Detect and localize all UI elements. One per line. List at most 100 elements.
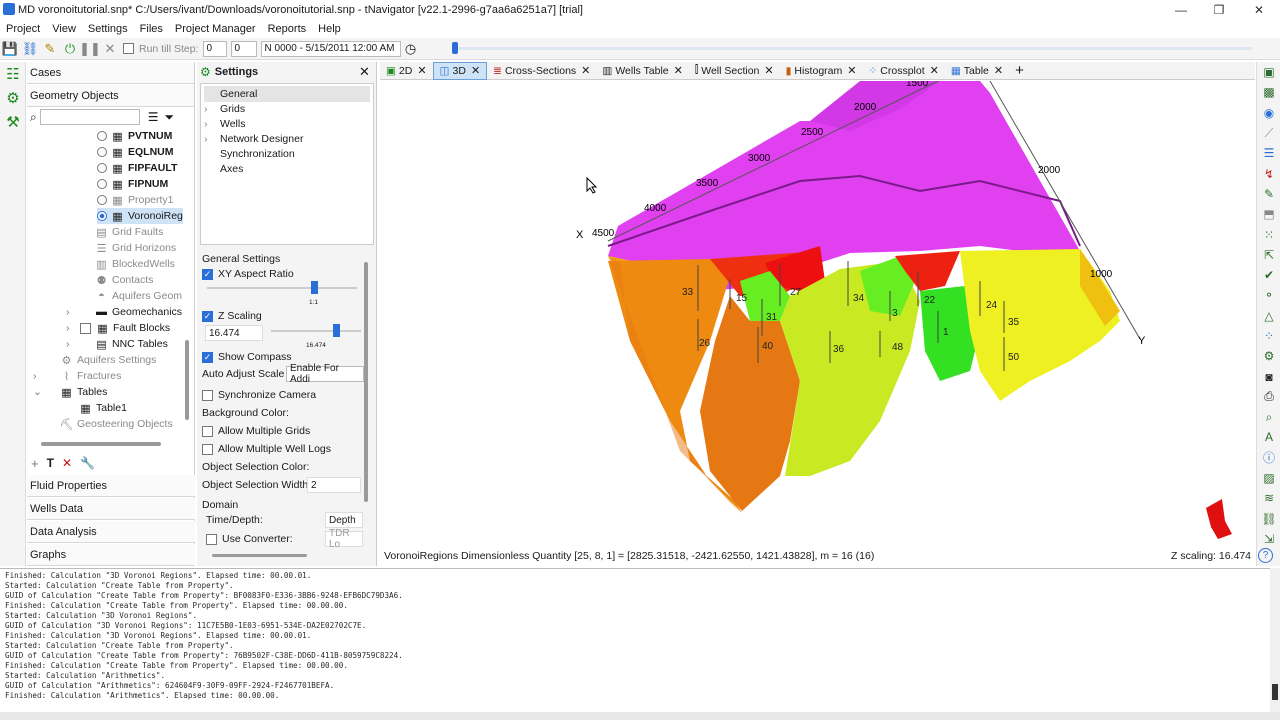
graphs-section[interactable]: Graphs [27,544,195,566]
tree-item[interactable]: › ▦ Fault Blocks [66,320,170,336]
show-compass-row[interactable]: ✓ Show Compass [202,349,292,365]
wells-data-section[interactable]: Wells Data [27,498,195,520]
allow-multiple-grids-row[interactable]: Allow Multiple Grids [202,423,310,439]
layers-icon[interactable]: ◉ [1257,103,1280,123]
close-tab-icon[interactable]: ✕ [674,64,683,77]
clock-icon[interactable]: ◷ [401,40,421,58]
cursor-icon[interactable]: ⇱ [1257,245,1280,265]
xy-aspect-handle[interactable] [311,281,318,294]
close-window-button[interactable]: ✕ [1240,0,1278,20]
show-compass-checkbox[interactable]: ✓ [202,351,213,363]
settings-tree-wells[interactable]: › Wells [204,116,245,132]
z-scaling-input[interactable]: 16.474 [205,325,263,341]
add-tab-button[interactable]: + [1009,62,1030,80]
dots-icon[interactable]: ⁘ [1257,326,1280,346]
search-input[interactable] [39,109,140,125]
tab-wells-table[interactable]: ▥ Wells Table ✕ [596,62,688,80]
allow-multiple-well-logs-row[interactable]: Allow Multiple Well Logs [202,441,331,457]
tree-item[interactable]: ⛏ Geosteering Objects [60,416,173,432]
stop-icon[interactable]: ✕ [100,40,120,58]
tree-item[interactable]: ▥ BlockedWells [95,256,175,272]
tree-item-selected[interactable]: ▦ VoronoiReg [97,208,183,224]
log-scroll-thumb[interactable] [1272,684,1278,700]
tree-item[interactable]: ▦ Property1 [97,192,174,208]
chevron-right-icon[interactable]: › [66,306,95,318]
hammer-icon[interactable]: ⚒ [0,110,26,134]
pause-icon[interactable]: ❚❚ [79,40,101,58]
tree-hscrollbar[interactable] [41,442,161,446]
tree-item[interactable]: ▦ EQLNUM [97,144,174,160]
settings-scrollbar[interactable] [364,262,368,502]
tab-2d[interactable]: ▣ 2D ✕ [380,62,433,80]
tree-item[interactable]: ⚉ Contacts [95,272,154,288]
chevron-down-icon[interactable]: ⌄ [33,386,60,398]
camera-icon[interactable]: ◙ [1257,366,1280,386]
view-frame-icon[interactable]: ▣ [1257,62,1280,82]
rename-icon[interactable]: T [47,456,54,470]
z-scaling-checkbox[interactable]: ✓ [202,310,213,322]
menu-settings[interactable]: Settings [82,23,134,35]
gear-icon[interactable]: ⚙ [0,86,26,110]
tree-item[interactable]: ⚙ Aquifers Settings [60,352,157,368]
ruler-icon[interactable]: ⟋ [1257,123,1280,143]
close-tab-icon[interactable]: ✕ [930,64,939,77]
date-select[interactable]: N 0000 - 5/15/2011 12:00 AM [260,40,401,57]
settings-hscrollbar[interactable] [212,554,307,557]
close-settings-button[interactable]: ✕ [359,64,370,80]
run-till-step-input[interactable]: 0 [202,40,227,57]
reservoir-3d-model[interactable]: X Y 4500 4000 3500 3000 2500 2000 1500 2… [380,81,1255,545]
list-icon[interactable]: ☰ [148,110,159,124]
z-scaling-handle[interactable] [333,324,340,337]
minimize-button[interactable]: — [1162,0,1200,20]
triangle-icon[interactable]: △ [1257,306,1280,326]
delete-icon[interactable]: ✕ [62,456,72,470]
menu-project[interactable]: Project [0,23,46,35]
tree-scrollbar[interactable] [185,340,189,420]
export-icon[interactable]: ⇲ [1257,529,1280,549]
node-icon[interactable]: ⚬ [1257,285,1280,305]
maximize-button[interactable]: ❐ [1200,0,1238,20]
wrench-icon[interactable]: 🔧 [80,456,95,470]
cases-tree-icon[interactable]: ☷ [0,62,26,86]
xy-aspect-row[interactable]: ✓ XY Aspect Ratio [202,266,294,282]
menu-project-manager[interactable]: Project Manager [169,23,262,35]
object-selection-width-input[interactable]: 2 [307,477,361,493]
filter-icon[interactable]: ⏷ [165,110,175,125]
tree-item[interactable]: ⌄ ▦ Tables [33,384,107,400]
chevron-right-icon[interactable]: › [66,338,95,350]
menu-view[interactable]: View [46,23,82,35]
timeline-slider[interactable] [452,42,1252,54]
menu-help[interactable]: Help [312,23,347,35]
printer-icon[interactable]: ⎙ [1257,387,1280,407]
chevron-right-icon[interactable]: › [204,133,220,145]
surface-icon[interactable]: ⬒ [1257,204,1280,224]
tree-icon[interactable]: ⛓ [20,40,40,58]
tab-histogram[interactable]: ▮ Histogram ✕ [780,62,863,80]
settings-tree-grids[interactable]: › Grids [204,101,245,117]
tab-3d[interactable]: ◫ 3D ✕ [432,61,488,80]
menu-files[interactable]: Files [134,23,169,35]
link-icon[interactable]: ⛓ [1257,509,1280,529]
info-icon[interactable]: ⓘ [1257,448,1280,468]
points-icon[interactable]: ⁙ [1257,224,1280,244]
fluid-properties-section[interactable]: Fluid Properties [27,475,195,497]
settings-tree-axes[interactable]: Axes [220,161,243,177]
xy-aspect-checkbox[interactable]: ✓ [202,268,213,280]
tab-well-section[interactable]: ⫿ Well Section ✕ [689,62,780,80]
settings-tree-synchronization[interactable]: Synchronization [220,146,295,162]
check-leaf-icon[interactable]: ✔ [1257,265,1280,285]
text-tool-icon[interactable]: A [1257,427,1280,447]
settings-cog-icon[interactable]: ⚙ [1257,346,1280,366]
search-text-icon[interactable]: ⌕ [1257,407,1280,427]
tree-item[interactable]: › ▬ Geomechanics [66,304,182,320]
auto-adjust-select[interactable]: Enable For Addi [286,363,364,385]
data-analysis-section[interactable]: Data Analysis [27,521,195,543]
wand-icon[interactable]: ✎ [40,40,60,58]
xy-aspect-slider[interactable] [207,281,357,294]
fault-blocks-checkbox[interactable] [80,322,91,334]
use-converter-checkbox[interactable] [206,533,217,545]
tree-item[interactable]: ▦ FIPFAULT [97,160,177,176]
step-input[interactable]: 0 [230,40,257,57]
menu-reports[interactable]: Reports [262,23,313,35]
tree-item[interactable]: ▦ FIPNUM [97,176,168,192]
